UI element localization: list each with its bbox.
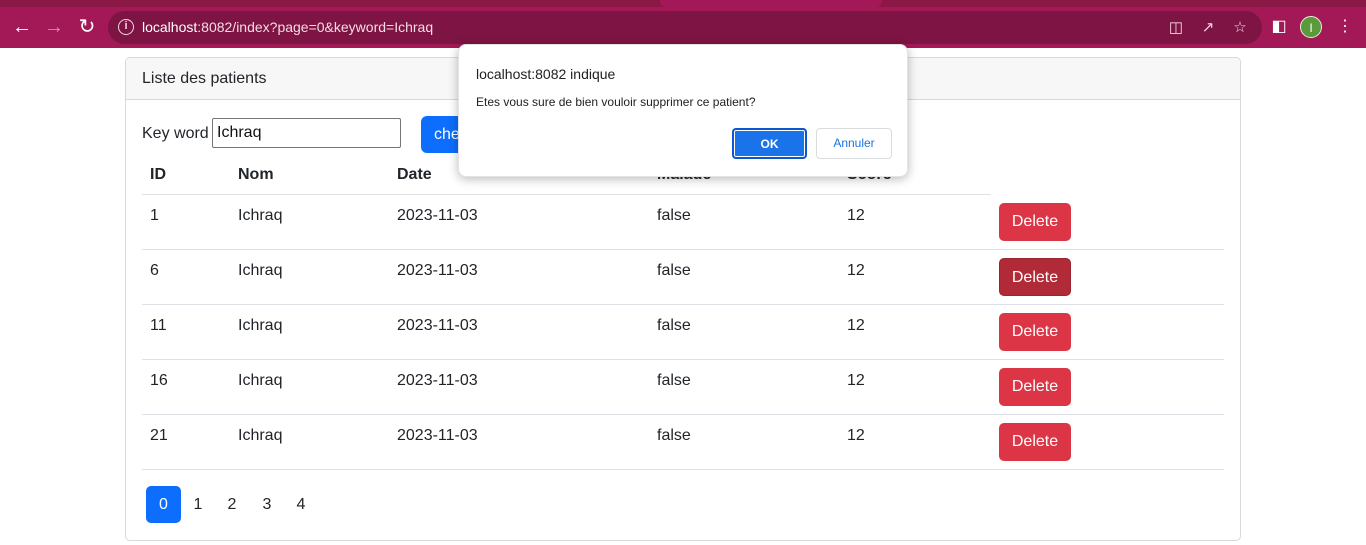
translate-icon[interactable]: ◫ xyxy=(1166,18,1186,38)
cell-id: 1 xyxy=(142,194,230,250)
cell-malade: false xyxy=(649,359,839,415)
cell-action: Delete xyxy=(991,249,1224,305)
cell-score: 12 xyxy=(839,194,991,250)
page-link-0[interactable]: 0 xyxy=(146,486,181,523)
url-path: :8082/index?page=0&keyword=Ichraq xyxy=(197,19,434,35)
cell-nom: Ichraq xyxy=(230,304,389,360)
delete-button[interactable]: Delete xyxy=(999,367,1071,406)
cell-nom: Ichraq xyxy=(230,194,389,250)
patients-table: ID Nom Date Malade Score 1 Ichraq 2023-1… xyxy=(142,156,1224,470)
dialog-title: localhost:8082 indique xyxy=(476,66,616,82)
confirm-dialog: localhost:8082 indique Etes vous sure de… xyxy=(458,44,908,177)
cell-action: Delete xyxy=(991,359,1224,415)
site-info-icon[interactable]: i xyxy=(118,19,134,35)
page-link-2[interactable]: 2 xyxy=(221,486,243,523)
cell-nom: Ichraq xyxy=(230,359,389,415)
cell-nom: Ichraq xyxy=(230,414,389,470)
cell-id: 16 xyxy=(142,359,230,415)
tab-strip xyxy=(0,0,1366,7)
column-header-nom: Nom xyxy=(230,156,389,195)
cell-score: 12 xyxy=(839,304,991,360)
cell-nom: Ichraq xyxy=(230,249,389,305)
cell-action: Delete xyxy=(991,194,1224,250)
keyword-input[interactable] xyxy=(212,118,401,148)
cell-score: 12 xyxy=(839,249,991,305)
cell-malade: false xyxy=(649,249,839,305)
column-header-id: ID xyxy=(142,156,230,195)
cell-id: 21 xyxy=(142,414,230,470)
back-arrow-icon[interactable]: ← xyxy=(10,15,34,39)
keyword-label: Key word xyxy=(142,125,209,142)
dialog-message: Etes vous sure de bien vouloir supprimer… xyxy=(476,95,756,109)
cell-date: 2023-11-03 xyxy=(389,359,649,415)
cell-date: 2023-11-03 xyxy=(389,414,649,470)
delete-button[interactable]: Delete xyxy=(999,257,1071,296)
table-row: 11 Ichraq 2023-11-03 false 12 Delete xyxy=(142,304,1224,360)
delete-button[interactable]: Delete xyxy=(999,422,1071,461)
cell-malade: false xyxy=(649,304,839,360)
table-row: 16 Ichraq 2023-11-03 false 12 Delete xyxy=(142,359,1224,415)
cell-date: 2023-11-03 xyxy=(389,304,649,360)
delete-button[interactable]: Delete xyxy=(999,312,1071,351)
profile-avatar[interactable]: I xyxy=(1300,16,1322,38)
cell-malade: false xyxy=(649,414,839,470)
menu-kebab-icon[interactable]: ⋮ xyxy=(1333,15,1357,39)
table-row: 1 Ichraq 2023-11-03 false 12 Delete xyxy=(142,194,1224,250)
table-row: 21 Ichraq 2023-11-03 false 12 Delete xyxy=(142,414,1224,470)
url-text[interactable]: localhost:8082/index?page=0&keyword=Ichr… xyxy=(142,19,433,35)
cell-date: 2023-11-03 xyxy=(389,249,649,305)
cell-malade: false xyxy=(649,194,839,250)
delete-button[interactable]: Delete xyxy=(999,202,1071,241)
url-host: localhost xyxy=(142,19,198,35)
browser-toolbar: ← → ↻ i localhost:8082/index?page=0&keyw… xyxy=(0,7,1366,48)
table-row: 6 Ichraq 2023-11-03 false 12 Delete xyxy=(142,249,1224,305)
page-link-4[interactable]: 4 xyxy=(290,486,312,523)
page-link-1[interactable]: 1 xyxy=(187,486,209,523)
cell-action: Delete xyxy=(991,414,1224,470)
column-header-action xyxy=(991,156,1224,194)
cell-score: 12 xyxy=(839,414,991,470)
reload-icon[interactable]: ↻ xyxy=(75,15,99,39)
cell-score: 12 xyxy=(839,359,991,415)
bookmark-star-icon[interactable]: ☆ xyxy=(1230,18,1250,38)
dialog-ok-button[interactable]: OK xyxy=(732,128,807,159)
share-icon[interactable]: ↗ xyxy=(1198,18,1218,38)
page-link-3[interactable]: 3 xyxy=(256,486,278,523)
side-panel-icon[interactable]: ◧ xyxy=(1267,15,1291,39)
cell-date: 2023-11-03 xyxy=(389,194,649,250)
forward-arrow-icon[interactable]: → xyxy=(42,15,66,39)
active-tab[interactable] xyxy=(660,0,882,7)
dialog-cancel-button[interactable]: Annuler xyxy=(816,128,892,159)
cell-id: 11 xyxy=(142,304,230,360)
address-bar[interactable]: i localhost:8082/index?page=0&keyword=Ic… xyxy=(108,11,1262,44)
cell-action: Delete xyxy=(991,304,1224,360)
cell-id: 6 xyxy=(142,249,230,305)
